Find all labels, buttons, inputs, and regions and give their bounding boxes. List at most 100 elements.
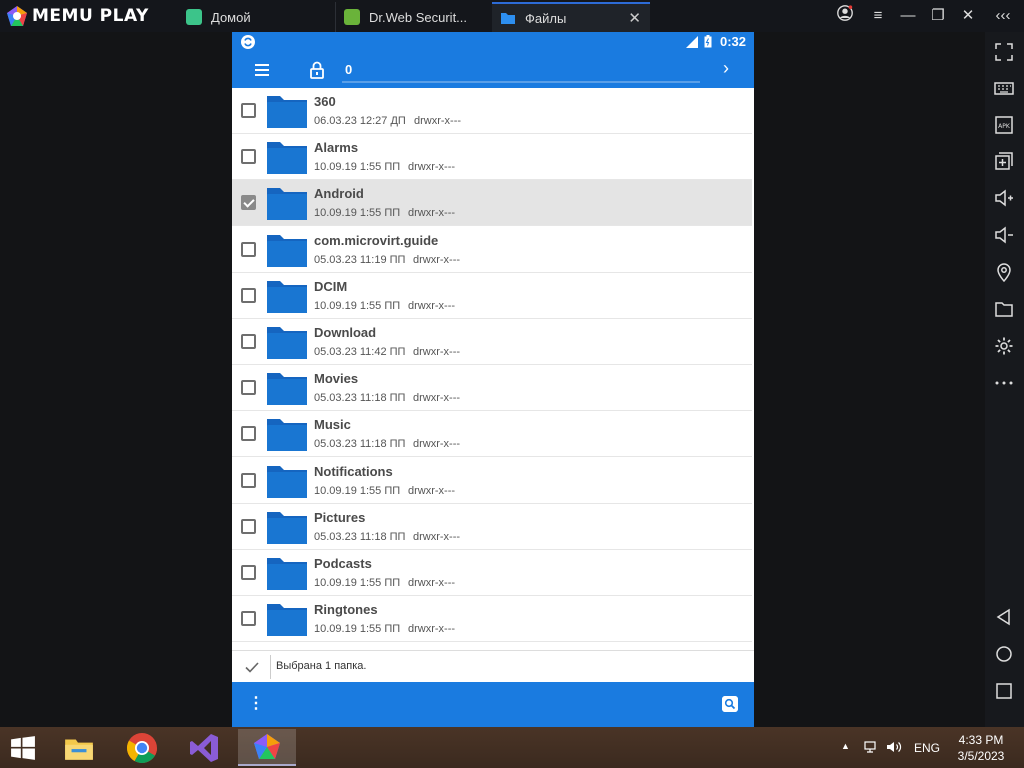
system-clock[interactable]: 4:33 PM 3/5/2023: [956, 732, 1006, 764]
file-date: 10.09.19 1:55 ПП: [314, 161, 401, 174]
file-permissions: drwxr-x---: [413, 253, 461, 266]
file-checkbox[interactable]: [241, 149, 256, 165]
back-icon[interactable]: [992, 605, 1016, 629]
file-row[interactable]: Movies 05.03.23 11:18 ПП drwxr-x---: [232, 365, 752, 412]
close-icon[interactable]: ✕: [956, 4, 980, 28]
file-row[interactable]: Pictures 05.03.23 11:18 ПП drwxr-x---: [232, 504, 752, 550]
location-icon[interactable]: [992, 260, 1016, 284]
speaker-icon[interactable]: [886, 739, 902, 755]
recents-icon[interactable]: [992, 679, 1016, 703]
more-vert-icon[interactable]: ⋮: [248, 694, 264, 714]
file-manager-bottom-bar: ⋮: [232, 682, 754, 727]
minimize-icon[interactable]: —: [896, 4, 920, 28]
selection-bar: Выбрана 1 папка.: [232, 650, 754, 682]
file-row[interactable]: Android 10.09.19 1:55 ПП drwxr-x---: [232, 180, 752, 227]
file-row[interactable]: DCIM 10.09.19 1:55 ПП drwxr-x---: [232, 273, 752, 319]
windows-start-icon[interactable]: [6, 731, 40, 765]
keyboard-icon[interactable]: [992, 76, 1016, 100]
file-row[interactable]: com.microvirt.guide 05.03.23 11:19 ПП drwx…: [232, 227, 752, 273]
more-icon[interactable]: [992, 371, 1016, 395]
network-icon[interactable]: [863, 739, 879, 755]
volume-up-icon[interactable]: [992, 186, 1016, 210]
menu-icon[interactable]: ≡: [866, 4, 890, 28]
file-checkbox[interactable]: [241, 565, 256, 580]
chrome-icon[interactable]: [125, 731, 159, 765]
fullscreen-icon[interactable]: [992, 40, 1016, 64]
file-name: DCIM: [314, 278, 348, 294]
signal-icon: [686, 36, 698, 48]
memu-icon[interactable]: [238, 729, 296, 766]
file-checkbox[interactable]: [241, 195, 256, 211]
file-row[interactable]: Music 05.03.23 11:18 ПП drwxr-x---: [232, 411, 752, 458]
folder-icon[interactable]: [992, 297, 1016, 321]
file-date: 10.09.19 1:55 ПП: [314, 484, 401, 497]
status-time: 0:32: [719, 34, 746, 49]
volume-down-icon[interactable]: [992, 223, 1016, 247]
file-name: Ringtones: [314, 602, 378, 618]
settings-icon[interactable]: [992, 334, 1016, 358]
folder-icon: [267, 327, 307, 359]
tab-drweb[interactable]: Dr.Web Securit...: [335, 2, 491, 32]
file-date: 10.09.19 1:55 ПП: [314, 623, 401, 636]
file-row[interactable]: Download 05.03.23 11:42 ПП drwxr-x---: [232, 319, 752, 365]
file-checkbox[interactable]: [241, 334, 256, 349]
file-name: Movies: [314, 371, 359, 387]
clock-time: 4:33 PM: [958, 733, 1004, 747]
chevron-right-icon[interactable]: ›: [716, 58, 736, 82]
search-icon[interactable]: [722, 696, 738, 712]
apk-icon[interactable]: APK: [992, 113, 1016, 137]
tab-files[interactable]: Файлы ✕: [492, 2, 650, 32]
lock-icon[interactable]: [308, 60, 326, 80]
folder-icon: [267, 558, 307, 590]
file-permissions: drwxr-x---: [413, 438, 461, 451]
file-checkbox[interactable]: [241, 287, 256, 303]
file-checkbox[interactable]: [241, 611, 256, 627]
divider: [270, 655, 271, 679]
file-checkbox[interactable]: [241, 518, 256, 534]
file-explorer-icon[interactable]: [62, 731, 96, 765]
battery-icon: [704, 35, 712, 48]
input-language[interactable]: ENG: [914, 741, 940, 755]
hamburger-menu-icon[interactable]: [252, 60, 272, 80]
memu-brand: MEMU PLAY: [6, 5, 149, 27]
file-name: Pictures: [314, 509, 366, 525]
folder-icon: [267, 234, 307, 267]
memu-brand-text: MEMU PLAY: [32, 6, 149, 26]
file-name: Podcasts: [314, 556, 372, 571]
file-row[interactable]: Podcasts 10.09.19 1:55 ПП drwxr-x---: [232, 550, 752, 596]
file-date: 10.09.19 1:55 ПП: [314, 577, 401, 589]
restore-icon[interactable]: ❐: [926, 4, 950, 28]
add-window-icon[interactable]: [992, 149, 1016, 173]
sync-icon: [241, 35, 255, 49]
file-row[interactable]: Ringtones 10.09.19 1:55 ПП drwxr-x---: [232, 596, 752, 643]
file-permissions: drwxr-x---: [408, 577, 456, 589]
current-path[interactable]: 0: [345, 62, 352, 77]
file-row[interactable]: 360 06.03.23 12:27 ДП drwxr-x---: [232, 88, 752, 134]
close-tab-icon[interactable]: ✕: [628, 9, 641, 27]
emulator-title-bar: MEMU PLAY Домой Dr.Web Securit... Файлы …: [0, 0, 1024, 32]
home-icon[interactable]: [992, 642, 1016, 666]
visual-studio-icon[interactable]: [187, 731, 221, 765]
file-date: 05.03.23 11:19 ПП: [314, 253, 406, 266]
folder-icon: [267, 373, 307, 406]
file-name: Notifications: [314, 463, 393, 479]
file-row[interactable]: Notifications 10.09.19 1:55 ПП drwxr-x---: [232, 458, 752, 504]
file-date: 05.03.23 11:18 ПП: [314, 392, 406, 405]
check-icon[interactable]: [244, 659, 260, 675]
file-permissions: drwxr-x---: [414, 115, 462, 127]
account-icon[interactable]: [833, 4, 857, 28]
file-checkbox[interactable]: [241, 103, 256, 118]
tab-home[interactable]: Домой: [178, 2, 334, 32]
file-name: com.microvirt.guide: [314, 232, 439, 248]
home-app-icon: [186, 9, 202, 25]
file-checkbox[interactable]: [241, 380, 256, 396]
file-permissions: drwxr-x---: [408, 161, 456, 174]
file-row[interactable]: Alarms 10.09.19 1:55 ПП drwxr-x---: [232, 134, 752, 181]
file-checkbox[interactable]: [241, 472, 256, 488]
show-hidden-icons-icon[interactable]: ▲: [841, 741, 850, 751]
collapse-sidebar-icon[interactable]: ‹‹‹: [991, 4, 1015, 28]
file-checkbox[interactable]: [241, 241, 256, 257]
tab-label: Dr.Web Securit...: [369, 9, 468, 25]
memu-logo-icon: [7, 6, 27, 26]
file-checkbox[interactable]: [241, 426, 256, 442]
